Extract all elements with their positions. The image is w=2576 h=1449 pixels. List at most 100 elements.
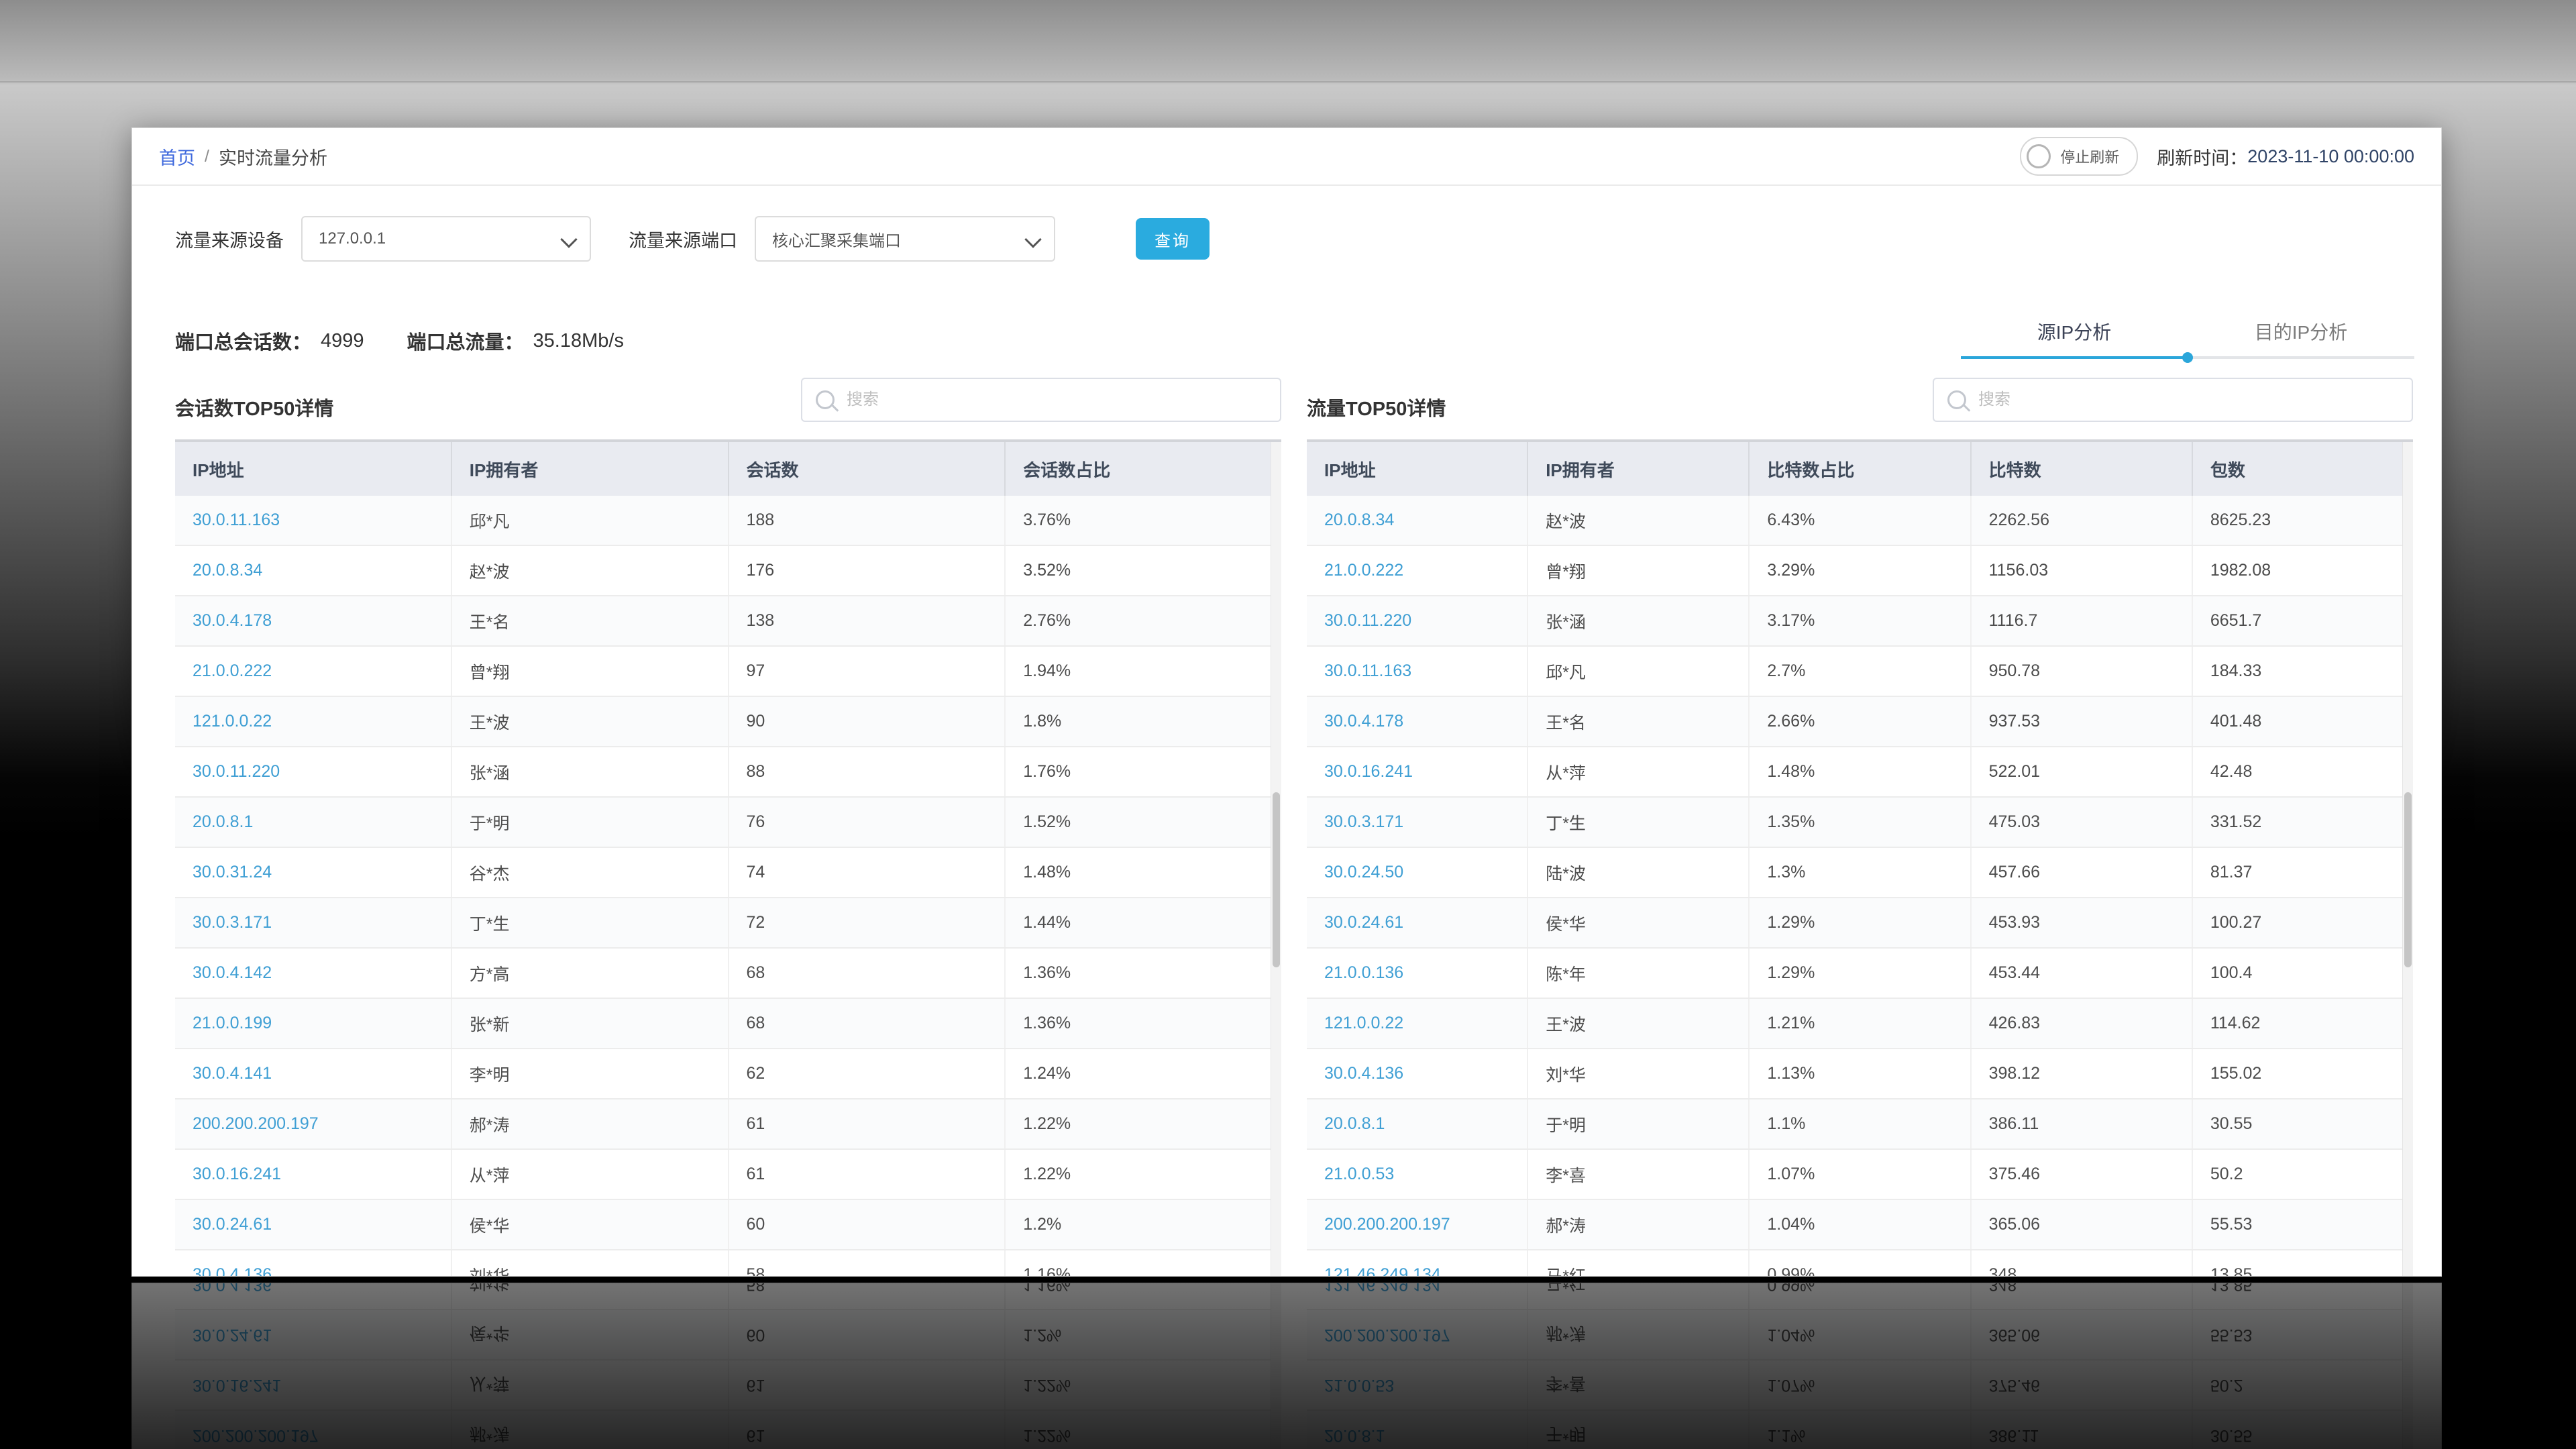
table-cell: 3.52%: [1006, 546, 1281, 595]
device-select[interactable]: 127.0.0.1: [301, 216, 591, 262]
ip-link[interactable]: 30.0.24.61: [175, 1200, 452, 1249]
ip-link[interactable]: 21.0.0.136: [1307, 949, 1528, 998]
scrollbar-thumb[interactable]: [1273, 792, 1280, 967]
table-cell: 侯*华: [452, 1200, 729, 1249]
table-cell: 1.2%: [1006, 1200, 1281, 1249]
table-cell: 张*新: [452, 999, 729, 1048]
ip-link[interactable]: 21.0.0.199: [175, 999, 452, 1048]
ip-link[interactable]: 30.0.11.220: [175, 747, 452, 796]
table-cell: 68: [729, 949, 1006, 998]
search-icon: [816, 390, 835, 409]
table-cell: 1.22%: [1006, 1150, 1281, 1199]
table-cell: 曾*翔: [452, 647, 729, 696]
table-cell: 138: [729, 596, 1006, 645]
tab-source-ip-analysis[interactable]: 源IP分析: [1961, 307, 2188, 356]
table-cell: 365.06: [1972, 1200, 2193, 1249]
table-cell: 426.83: [1972, 999, 2193, 1048]
ip-link[interactable]: 200.200.200.197: [1307, 1200, 1528, 1249]
stop-refresh-toggle[interactable]: 停止刷新: [2020, 137, 2138, 176]
table-row: 21.0.0.222曾*翔3.29%1156.031982.08: [1307, 546, 2413, 596]
ip-link[interactable]: 20.0.8.1: [1307, 1099, 1528, 1148]
table-cell: 2.66%: [1750, 697, 1971, 746]
traffic-table-body: 20.0.8.34赵*波6.43%2262.568625.2321.0.0.22…: [1307, 496, 2413, 1276]
ip-link[interactable]: 30.0.4.136: [175, 1250, 452, 1276]
tab-dest-ip-analysis[interactable]: 目的IP分析: [2188, 307, 2414, 356]
search-icon: [1947, 390, 1966, 409]
table-cell: 475.03: [1972, 798, 2193, 847]
traffic-search-box: [1933, 378, 2413, 422]
session-table-title: 会话数TOP50详情: [175, 375, 333, 439]
query-button[interactable]: 查询: [1136, 218, 1210, 260]
ip-link[interactable]: 30.0.4.141: [175, 1049, 452, 1098]
table-row: 20.0.8.1于*明1.1%386.1130.55: [1307, 1099, 2413, 1150]
column-header: 比特数占比: [1750, 442, 1971, 496]
table-cell: 1.44%: [1006, 898, 1281, 947]
table-cell: 76: [729, 798, 1006, 847]
table-cell: 1.36%: [1006, 949, 1281, 998]
table-cell: 赵*波: [452, 546, 729, 595]
ip-link[interactable]: 30.0.16.241: [1307, 747, 1528, 796]
ip-link[interactable]: 30.0.24.61: [1307, 898, 1528, 947]
table-cell: 81.37: [2193, 848, 2413, 897]
table-cell: 100.4: [2193, 949, 2413, 998]
ip-link[interactable]: 30.0.16.241: [175, 1150, 452, 1199]
ip-link[interactable]: 30.0.4.136: [1307, 1049, 1528, 1098]
breadcrumb-current: 实时流量分析: [219, 144, 327, 170]
column-header: IP拥有者: [1528, 442, 1750, 496]
table-cell: 郝*涛: [1528, 1200, 1750, 1249]
ip-link[interactable]: 21.0.0.53: [1307, 1150, 1528, 1199]
ip-link[interactable]: 30.0.4.142: [175, 949, 452, 998]
ip-link[interactable]: 30.0.3.171: [175, 898, 452, 947]
table-cell: 30.55: [2193, 1099, 2413, 1148]
table-cell: 王*名: [1528, 697, 1750, 746]
session-table-scrollbar[interactable]: [1271, 442, 1281, 1276]
table-cell: 58: [729, 1250, 1006, 1276]
table-cell: 88: [729, 747, 1006, 796]
table-cell: 55.53: [2193, 1200, 2413, 1249]
table-cell: 陆*波: [1528, 848, 1750, 897]
ip-link[interactable]: 121.46.249.134: [1307, 1250, 1528, 1276]
ip-link[interactable]: 30.0.31.24: [175, 848, 452, 897]
table-cell: 从*萍: [452, 1150, 729, 1199]
table-cell: 522.01: [1972, 747, 2193, 796]
table-cell: 王*波: [1528, 999, 1750, 1048]
ip-link[interactable]: 121.0.0.22: [1307, 999, 1528, 1048]
table-cell: 1.8%: [1006, 697, 1281, 746]
table-row: 121.46.249.134马*红0.99%34813.85: [1307, 1250, 2413, 1276]
table-cell: 188: [729, 496, 1006, 545]
table-row: 20.0.8.34赵*波1763.52%: [175, 546, 1281, 596]
ip-link[interactable]: 20.0.8.34: [1307, 496, 1528, 545]
table-row: 30.0.4.178王*名1382.76%: [175, 596, 1281, 647]
scrollbar-thumb[interactable]: [2404, 792, 2412, 967]
ip-link[interactable]: 30.0.11.163: [1307, 647, 1528, 696]
breadcrumb-home-link[interactable]: 首页: [159, 144, 195, 170]
table-cell: 8625.23: [2193, 496, 2413, 545]
table-row: 30.0.24.61侯*华1.29%453.93100.27: [1307, 898, 2413, 949]
table-cell: 曾*翔: [1528, 546, 1750, 595]
ip-link[interactable]: 20.0.8.34: [175, 546, 452, 595]
table-cell: 331.52: [2193, 798, 2413, 847]
traffic-search-input[interactable]: [1977, 390, 2398, 410]
ip-link[interactable]: 21.0.0.222: [1307, 546, 1528, 595]
desktop-background: 首页 / 实时流量分析 停止刷新 刷新时间： 2023-11-10 00:00:…: [0, 0, 2576, 1449]
ip-link[interactable]: 200.200.200.197: [175, 1099, 452, 1148]
table-cell: 1.36%: [1006, 999, 1281, 1048]
ip-link[interactable]: 30.0.24.50: [1307, 848, 1528, 897]
ip-link[interactable]: 30.0.11.220: [1307, 596, 1528, 645]
traffic-table-header: IP地址IP拥有者比特数占比比特数包数: [1307, 442, 2413, 496]
ip-link[interactable]: 30.0.4.178: [175, 596, 452, 645]
port-select[interactable]: 核心汇聚采集端口: [755, 216, 1055, 262]
ip-link[interactable]: 30.0.3.171: [1307, 798, 1528, 847]
session-search-input[interactable]: [845, 390, 1267, 410]
table-row: 30.0.11.163邱*凡2.7%950.78184.33: [1307, 647, 2413, 697]
table-cell: 张*涵: [452, 747, 729, 796]
ip-link[interactable]: 30.0.4.178: [1307, 697, 1528, 746]
ip-link[interactable]: 121.0.0.22: [175, 697, 452, 746]
ip-link[interactable]: 20.0.8.1: [175, 798, 452, 847]
ip-link[interactable]: 21.0.0.222: [175, 647, 452, 696]
table-row: 20.0.8.1于*明761.52%: [175, 798, 1281, 848]
table-cell: 453.44: [1972, 949, 2193, 998]
ip-link[interactable]: 30.0.11.163: [175, 496, 452, 545]
traffic-table-scrollbar[interactable]: [2402, 442, 2413, 1276]
table-row: 30.0.4.178王*名2.66%937.53401.48: [1307, 697, 2413, 747]
